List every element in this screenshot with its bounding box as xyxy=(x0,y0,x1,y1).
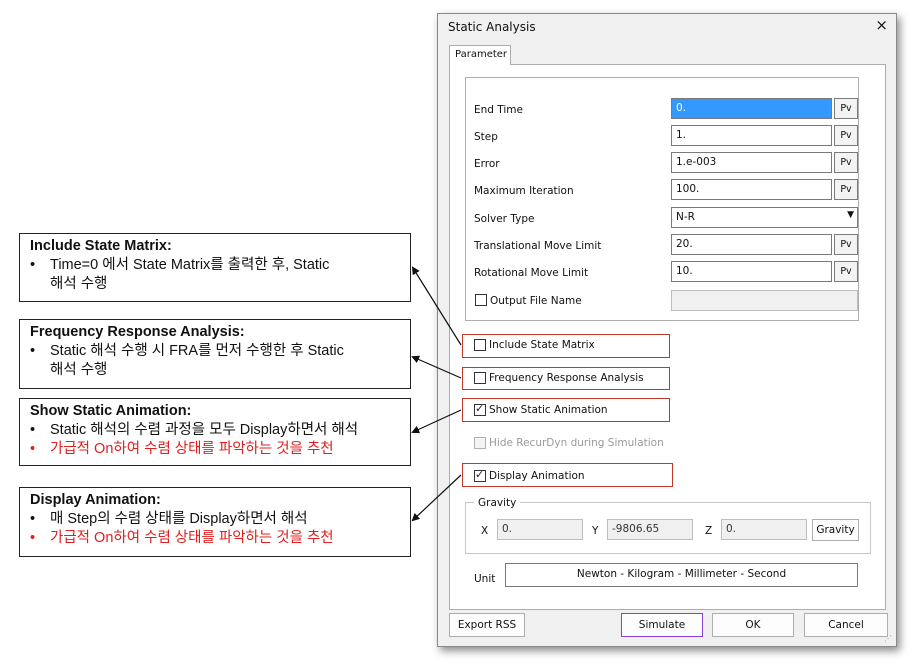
step-label: Step xyxy=(474,131,498,143)
cancel-button[interactable]: Cancel xyxy=(804,613,888,637)
rotational-limit-input[interactable]: 10. xyxy=(671,261,832,282)
gravity-x-input: 0. xyxy=(497,519,583,540)
frequency-response-label: Frequency Response Analysis xyxy=(489,372,644,384)
error-input[interactable]: 1.e-003 xyxy=(671,152,832,173)
resize-grip-icon[interactable]: ⋰ xyxy=(884,634,894,644)
gravity-z-input: 0. xyxy=(721,519,807,540)
include-state-matrix-label: Include State Matrix xyxy=(489,339,595,351)
end-time-label: End Time xyxy=(474,104,523,116)
chevron-down-icon: ▼ xyxy=(847,210,854,220)
note-line: 매 Step의 수렴 상태를 Display하면서 해석 xyxy=(50,511,308,527)
dialog-title: Static Analysis xyxy=(448,20,536,34)
note-title: Display Animation: xyxy=(30,492,161,508)
solver-type-select[interactable]: N-R ▼ xyxy=(671,207,858,228)
translational-limit-input[interactable]: 20. xyxy=(671,234,832,255)
note-title: Include State Matrix: xyxy=(30,238,172,254)
static-analysis-dialog: Static Analysis × Parameter End Time 0. … xyxy=(437,13,897,647)
rotational-limit-pv-button[interactable]: Pv xyxy=(834,261,858,282)
include-state-matrix-checkbox[interactable] xyxy=(474,339,486,351)
note-include-state-matrix: Include State Matrix: • Time=0 에서 State M… xyxy=(19,233,411,302)
end-time-input[interactable]: 0. xyxy=(671,98,832,119)
solver-type-label: Solver Type xyxy=(474,213,535,225)
end-time-pv-button[interactable]: Pv xyxy=(834,98,858,119)
rotational-limit-label: Rotational Move Limit xyxy=(474,267,589,279)
note-line-cont: 해석 수행 xyxy=(50,362,108,378)
output-file-label: Output File Name xyxy=(490,295,582,307)
gravity-z-label: Z xyxy=(705,525,713,537)
tab-parameter[interactable]: Parameter xyxy=(449,45,511,65)
step-pv-button[interactable]: Pv xyxy=(834,125,858,146)
hide-recurdyn-label: Hide RecurDyn during Simulation xyxy=(489,437,664,449)
hide-recurdyn-checkbox xyxy=(474,437,486,449)
note-line-cont: 해석 수행 xyxy=(50,276,108,292)
unit-display: Newton - Kilogram - Millimeter - Second xyxy=(505,563,858,587)
gravity-button[interactable]: Gravity xyxy=(812,519,859,541)
gravity-group-title: Gravity xyxy=(474,497,521,509)
max-iteration-label: Maximum Iteration xyxy=(474,185,574,197)
output-file-checkbox[interactable] xyxy=(475,294,487,306)
note-line: Time=0 에서 State Matrix를 출력한 후, Static xyxy=(50,257,330,273)
display-animation-label: Display Animation xyxy=(489,470,585,482)
frequency-response-checkbox[interactable] xyxy=(474,372,486,384)
gravity-y-label: Y xyxy=(592,525,599,537)
error-pv-button[interactable]: Pv xyxy=(834,152,858,173)
solver-type-value: N-R xyxy=(676,211,695,223)
simulate-button[interactable]: Simulate xyxy=(621,613,703,637)
close-icon[interactable]: × xyxy=(875,16,888,34)
note-line: Static 해석 수행 시 FRA를 먼저 수행한 후 Static xyxy=(50,343,344,359)
note-line-recommend: 가급적 On하여 수렴 상태를 파악하는 것을 추천 xyxy=(50,530,334,546)
note-show-static-animation: Show Static Animation: • Static 해석의 수렴 과정… xyxy=(19,398,411,466)
display-animation-checkbox[interactable] xyxy=(474,468,486,482)
max-iteration-pv-button[interactable]: Pv xyxy=(834,179,858,200)
bullet: • xyxy=(30,511,36,527)
bullet: • xyxy=(30,441,36,457)
step-input[interactable]: 1. xyxy=(671,125,832,146)
bullet: • xyxy=(30,530,36,546)
unit-label: Unit xyxy=(474,573,496,585)
bullet: • xyxy=(30,343,36,359)
note-line: Static 해석의 수렴 과정을 모두 Display하면서 해석 xyxy=(50,422,359,438)
note-display-animation: Display Animation: • 매 Step의 수렴 상태를 Displ… xyxy=(19,487,411,557)
note-title: Show Static Animation: xyxy=(30,403,192,419)
export-rss-button[interactable]: Export RSS xyxy=(449,613,525,637)
max-iteration-input[interactable]: 100. xyxy=(671,179,832,200)
error-label: Error xyxy=(474,158,500,170)
note-title: Frequency Response Analysis: xyxy=(30,324,245,340)
show-static-animation-checkbox[interactable] xyxy=(474,402,486,416)
ok-button[interactable]: OK xyxy=(712,613,794,637)
note-line-recommend: 가급적 On하여 수렴 상태를 파악하는 것을 추천 xyxy=(50,441,334,457)
show-static-animation-label: Show Static Animation xyxy=(489,404,608,416)
gravity-y-input: -9806.65 xyxy=(607,519,693,540)
output-file-input xyxy=(671,290,858,311)
bullet: • xyxy=(30,257,36,273)
bullet: • xyxy=(30,422,36,438)
translational-limit-label: Translational Move Limit xyxy=(474,240,602,252)
gravity-x-label: X xyxy=(481,525,489,537)
note-frequency-response: Frequency Response Analysis: • Static 해석 … xyxy=(19,319,411,389)
translational-limit-pv-button[interactable]: Pv xyxy=(834,234,858,255)
